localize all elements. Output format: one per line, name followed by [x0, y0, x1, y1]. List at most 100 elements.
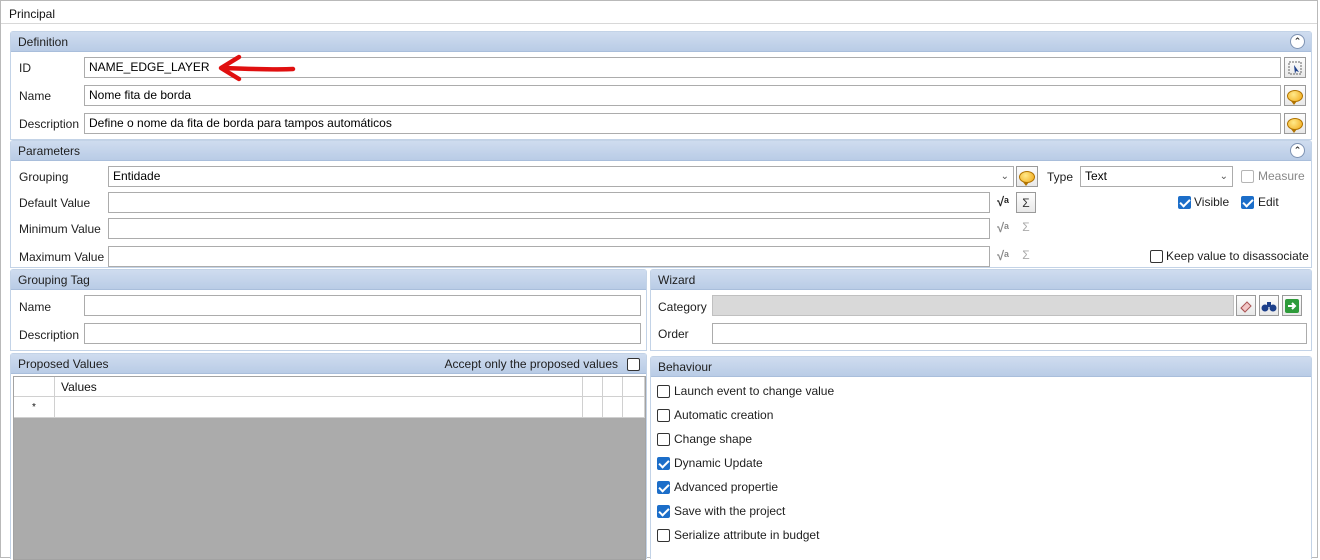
minimum-value-field[interactable]: [108, 218, 990, 239]
grouping-translate-button[interactable]: [1016, 166, 1038, 187]
behaviour-option-label: Automatic creation: [674, 408, 774, 422]
definition-group: Definition ⌃ ID NAME_EDGE_LAYER Name Nom…: [10, 31, 1312, 140]
binoculars-icon: [1261, 301, 1277, 311]
behaviour-checkbox-2[interactable]: [657, 433, 670, 446]
edit-checkbox[interactable]: [1241, 196, 1254, 209]
grouping-tag-header: Grouping Tag: [11, 270, 646, 290]
new-row-marker: *: [14, 397, 55, 418]
name-translate-button[interactable]: [1284, 85, 1306, 106]
behaviour-title: Behaviour: [658, 360, 713, 374]
keep-value-checkbox[interactable]: [1150, 250, 1163, 263]
wizard-title: Wizard: [658, 273, 696, 287]
order-field[interactable]: [712, 323, 1307, 344]
maximum-value-label: Maximum Value: [19, 250, 105, 264]
behaviour-header: Behaviour: [651, 357, 1311, 377]
minimum-formula-button[interactable]: √ᵃ: [993, 220, 1013, 238]
green-arrow-icon: [1285, 298, 1299, 313]
wizard-group: Wizard Category Order: [650, 269, 1312, 351]
type-dropdown[interactable]: Text ⌄: [1080, 166, 1233, 187]
speech-bubble-icon: [1287, 117, 1303, 133]
collapse-parameters-icon[interactable]: ⌃: [1290, 143, 1305, 158]
default-value-field[interactable]: [108, 192, 990, 213]
red-arrow-annotation: [218, 54, 296, 82]
behaviour-option-label: Save with the project: [674, 504, 786, 518]
extra-column-header: [603, 377, 623, 397]
accept-only-label: Accept only the proposed values: [444, 357, 618, 371]
default-sum-button[interactable]: Σ: [1016, 192, 1036, 213]
behaviour-group: Behaviour Launch event to change value Au…: [650, 356, 1312, 559]
tab-divider: [1, 23, 1317, 24]
accept-only-checkbox[interactable]: [627, 358, 640, 371]
tab-principal[interactable]: Principal: [9, 7, 55, 21]
behaviour-option-label: Change shape: [674, 432, 753, 446]
parameters-group: Parameters ⌃ Grouping Entidade ⌄ Type Te…: [10, 140, 1312, 268]
behaviour-checkbox-6[interactable]: [657, 529, 670, 542]
new-row-cell[interactable]: [623, 397, 645, 418]
sigma-icon: Σ: [1022, 248, 1030, 262]
formula-icon: √ᵃ: [996, 194, 1010, 209]
cursor-target-icon: [1288, 61, 1302, 74]
new-row-value-cell[interactable]: [55, 397, 583, 418]
tag-description-field[interactable]: [84, 323, 641, 344]
behaviour-option-label: Serialize attribute in budget: [674, 528, 820, 542]
default-value-label: Default Value: [19, 196, 91, 210]
name-field[interactable]: Nome fita de borda: [84, 85, 1281, 106]
wizard-header: Wizard: [651, 270, 1311, 290]
search-category-button[interactable]: [1259, 295, 1279, 316]
type-label: Type: [1047, 170, 1074, 184]
grouping-dropdown[interactable]: Entidade ⌄: [108, 166, 1014, 187]
behaviour-option-label: Dynamic Update: [674, 456, 763, 470]
extra-column-header: [583, 377, 603, 397]
new-row-cell[interactable]: [603, 397, 623, 418]
maximum-formula-button[interactable]: √ᵃ: [993, 248, 1013, 266]
parameters-title: Parameters: [18, 144, 81, 158]
clear-category-button[interactable]: [1236, 295, 1256, 316]
measure-checkbox[interactable]: [1241, 170, 1254, 183]
go-category-button[interactable]: [1282, 295, 1302, 316]
type-value: Text: [1085, 169, 1108, 183]
sigma-icon: Σ: [1022, 195, 1030, 210]
formula-icon: √ᵃ: [996, 248, 1010, 263]
behaviour-checkbox-3[interactable]: [657, 457, 670, 470]
values-column-header[interactable]: Values: [55, 377, 583, 397]
behaviour-checkbox-0[interactable]: [657, 385, 670, 398]
tag-name-field[interactable]: [84, 295, 641, 316]
definition-title: Definition: [18, 35, 69, 49]
description-label: Description: [19, 117, 80, 131]
measure-label: Measure: [1258, 169, 1305, 183]
name-label: Name: [19, 89, 52, 103]
speech-bubble-icon: [1287, 89, 1303, 105]
id-picker-button[interactable]: [1284, 57, 1306, 78]
category-field[interactable]: [712, 295, 1234, 316]
edit-label: Edit: [1258, 195, 1279, 209]
tag-name-label: Name: [19, 300, 52, 314]
tag-description-label: Description: [19, 328, 80, 342]
maximum-sum-button[interactable]: Σ: [1016, 248, 1036, 266]
behaviour-checkbox-1[interactable]: [657, 409, 670, 422]
behaviour-option-label: Advanced propertie: [674, 480, 779, 494]
new-row-cell[interactable]: [583, 397, 603, 418]
eraser-icon: [1240, 300, 1252, 313]
proposed-values-title: Proposed Values: [18, 357, 109, 371]
sigma-icon: Σ: [1022, 220, 1030, 234]
speech-bubble-icon: [1019, 170, 1035, 186]
behaviour-checkbox-4[interactable]: [657, 481, 670, 494]
minimum-value-label: Minimum Value: [19, 222, 101, 236]
row-header-corner: [14, 377, 55, 397]
proposed-values-group: Proposed Values Accept only the proposed…: [10, 353, 647, 560]
description-field[interactable]: Define o nome da fita de borda para tamp…: [84, 113, 1281, 134]
formula-icon: √ᵃ: [996, 220, 1010, 235]
grouping-label: Grouping: [19, 170, 69, 184]
proposed-values-grid[interactable]: Values *: [13, 376, 646, 560]
order-label: Order: [658, 327, 689, 341]
chevron-down-icon: ⌄: [1000, 171, 1009, 182]
behaviour-checkbox-5[interactable]: [657, 505, 670, 518]
default-formula-button[interactable]: √ᵃ: [993, 194, 1013, 212]
collapse-definition-icon[interactable]: ⌃: [1290, 34, 1305, 49]
maximum-value-field[interactable]: [108, 246, 990, 267]
minimum-sum-button[interactable]: Σ: [1016, 220, 1036, 238]
grouping-value: Entidade: [113, 169, 161, 183]
grouping-tag-title: Grouping Tag: [18, 273, 90, 287]
visible-checkbox[interactable]: [1178, 196, 1191, 209]
description-translate-button[interactable]: [1284, 113, 1306, 134]
